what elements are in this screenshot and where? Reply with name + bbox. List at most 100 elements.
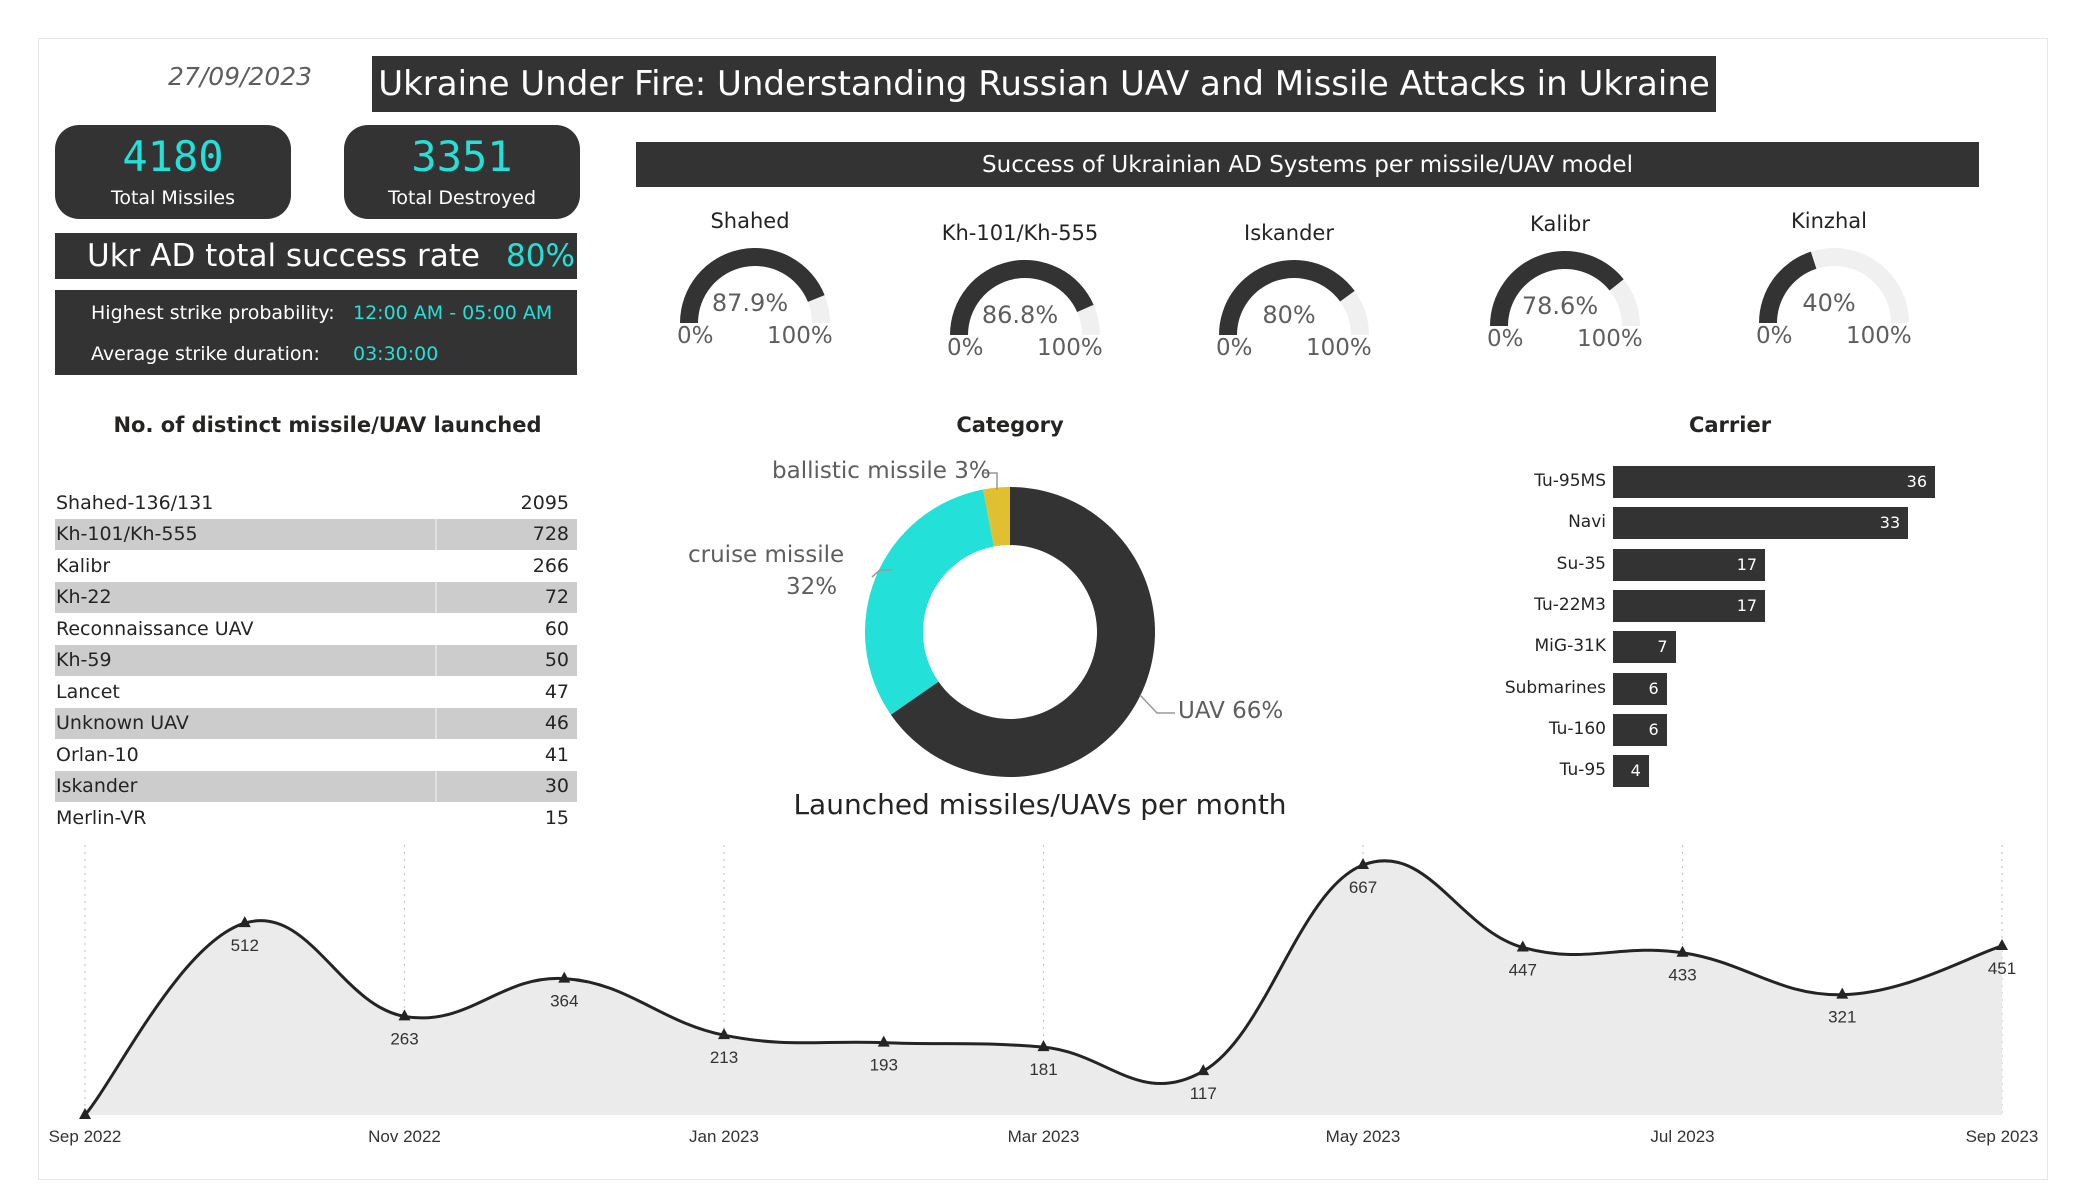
row-count: 2095 bbox=[520, 491, 569, 514]
row-count: 47 bbox=[544, 680, 569, 703]
gauge-min-label: 0% bbox=[947, 335, 984, 361]
carrier-row[interactable]: MiG-31K 7 bbox=[1480, 631, 2000, 664]
gauge-shahed[interactable]: Shahed 87.9% 0% 100% bbox=[655, 209, 845, 369]
table-row[interactable]: Merlin-VR 15 bbox=[55, 802, 577, 834]
carrier-row[interactable]: Tu-95 4 bbox=[1480, 755, 2000, 788]
carrier-name: Navi bbox=[1568, 512, 1606, 533]
gauge-min-label: 0% bbox=[1487, 326, 1524, 352]
row-name: Reconnaissance UAV bbox=[56, 617, 254, 640]
carrier-value: 6 bbox=[1648, 719, 1659, 739]
donut-label-ballistic: ballistic missile 3% bbox=[772, 458, 991, 484]
data-label: 433 bbox=[1668, 966, 1696, 985]
strike-duration-value: 03:30:00 bbox=[353, 343, 439, 365]
gauge-min-label: 0% bbox=[677, 323, 714, 349]
table-row[interactable]: Reconnaissance UAV 60 bbox=[55, 613, 577, 645]
carrier-row[interactable]: Tu-22M3 17 bbox=[1480, 589, 2000, 622]
gauge-arc bbox=[1490, 250, 1640, 326]
table-row[interactable]: Unknown UAV 46 bbox=[55, 707, 577, 739]
kpi-value: 4180 bbox=[122, 132, 224, 181]
gauge-max-label: 100% bbox=[1846, 323, 1912, 349]
gauge-title: Kinzhal bbox=[1791, 209, 1867, 233]
row-name: Kh-22 bbox=[56, 586, 112, 609]
carrier-value: 36 bbox=[1906, 472, 1927, 491]
carrier-value: 7 bbox=[1657, 637, 1668, 657]
carrier-row[interactable]: Navi 33 bbox=[1480, 507, 2000, 540]
gauge-min-label: 0% bbox=[1756, 323, 1793, 349]
gauge-value: 40% bbox=[1802, 289, 1856, 317]
table-row[interactable]: Kh-22 72 bbox=[55, 581, 577, 613]
row-name: Kalibr bbox=[56, 554, 111, 577]
carrier-value: 17 bbox=[1736, 554, 1758, 574]
row-name: Unknown UAV bbox=[56, 712, 189, 735]
carrier-name: Tu-95MS bbox=[1534, 471, 1606, 491]
gauge-value: 86.8% bbox=[981, 301, 1059, 329]
table-row[interactable]: Lancet 47 bbox=[55, 676, 577, 708]
donut-label-uav: UAV 66% bbox=[1178, 698, 1284, 724]
table-row[interactable]: Kalibr 266 bbox=[55, 550, 577, 582]
carrier-row[interactable]: Su-35 17 bbox=[1480, 548, 2000, 581]
table-row[interactable]: Shahed-136/131 2095 bbox=[55, 487, 577, 519]
row-name: Shahed-136/131 bbox=[56, 491, 214, 514]
gauge-max-label: 100% bbox=[1577, 326, 1643, 352]
gauge-value: 78.6% bbox=[1521, 292, 1599, 320]
gauge-title: Iskander bbox=[1244, 221, 1334, 245]
gauge-iskander[interactable]: Iskander 80% 0% 100% bbox=[1194, 221, 1384, 381]
data-label: 321 bbox=[1828, 1008, 1856, 1027]
gauge-value: 87.9% bbox=[711, 289, 789, 317]
category-donut-chart[interactable]: ballistic missile 3% cruise missile 32% … bbox=[660, 440, 1320, 800]
monthly-launch-chart[interactable]: 512 263 364 213 193 181 117 667 447 433 321 451 Sep … bbox=[40, 830, 2040, 1160]
table-row[interactable]: Iskander 30 bbox=[55, 770, 577, 802]
data-label: 512 bbox=[231, 936, 259, 955]
data-label: 667 bbox=[1349, 878, 1377, 897]
data-label: 213 bbox=[710, 1048, 738, 1067]
leader-line-uav bbox=[1139, 694, 1175, 714]
carrier-bar: 36 bbox=[1613, 466, 1935, 498]
strike-duration-label: Average strike duration: bbox=[91, 343, 320, 365]
carrier-row[interactable]: Tu-95MS 36 bbox=[1480, 466, 2000, 498]
gauge-kalibr[interactable]: Kalibr 78.6% 0% 100% bbox=[1465, 212, 1655, 372]
carrier-bar: 4 bbox=[1613, 755, 1649, 788]
success-rate-banner: Ukr AD total success rate 80% bbox=[55, 233, 577, 279]
carrier-value: 33 bbox=[1879, 513, 1901, 533]
carrier-name: MiG-31K bbox=[1534, 636, 1606, 657]
row-name: Merlin-VR bbox=[56, 806, 147, 829]
strike-probability-label: Highest strike probability: bbox=[91, 302, 335, 324]
row-count: 60 bbox=[544, 617, 569, 640]
x-tick-label: Sep 2022 bbox=[49, 1127, 122, 1146]
gauge-kinzhal[interactable]: Kinzhal 40% 0% 100% bbox=[1734, 209, 1924, 369]
kpi-label: Total Destroyed bbox=[387, 187, 537, 210]
carrier-bar: 33 bbox=[1613, 507, 1909, 540]
row-name: Kh-101/Kh-555 bbox=[56, 523, 198, 546]
carrier-value: 6 bbox=[1648, 678, 1659, 698]
gauge-title: Kalibr bbox=[1530, 212, 1590, 236]
data-label: 447 bbox=[1509, 960, 1537, 979]
row-name: Orlan-10 bbox=[56, 743, 139, 766]
table-row[interactable]: Kh-59 50 bbox=[55, 644, 577, 676]
carrier-row[interactable]: Submarines 6 bbox=[1480, 672, 2000, 705]
carrier-name: Tu-95 bbox=[1559, 760, 1606, 781]
dashboard: 27/09/2023 Ukraine Under Fire: Understan… bbox=[0, 0, 2075, 1200]
carrier-value: 17 bbox=[1736, 595, 1758, 615]
carrier-bar: 17 bbox=[1613, 589, 1766, 622]
carrier-row[interactable]: Tu-160 6 bbox=[1480, 713, 2000, 746]
success-rate-label: Ukr AD total success rate bbox=[87, 238, 480, 274]
distinct-table-title: No. of distinct missile/UAV launched bbox=[113, 413, 542, 437]
gauge-kh-101-kh-555[interactable]: Kh-101/Kh-555 86.8% 0% 100% bbox=[925, 221, 1115, 381]
donut-label-cruise-pct: 32% bbox=[786, 574, 838, 600]
carrier-name: Tu-22M3 bbox=[1534, 594, 1606, 615]
gauge-max-label: 100% bbox=[767, 323, 833, 349]
data-point-marker bbox=[1996, 938, 2008, 950]
gauge-value: 80% bbox=[1262, 301, 1316, 329]
row-count: 30 bbox=[544, 775, 569, 798]
donut-slice-cruise-missile bbox=[865, 489, 994, 715]
row-count: 50 bbox=[544, 649, 569, 672]
table-row[interactable]: Orlan-10 41 bbox=[55, 739, 577, 771]
x-tick-label: May 2023 bbox=[1326, 1127, 1401, 1146]
line-chart-title: Launched missiles/UAVs per month bbox=[793, 788, 1287, 821]
page-title: Ukraine Under Fire: Understanding Russia… bbox=[372, 56, 1716, 112]
carrier-name: Su-35 bbox=[1556, 553, 1606, 574]
table-row[interactable]: Kh-101/Kh-555 728 bbox=[55, 518, 577, 550]
data-label: 451 bbox=[1988, 959, 2016, 978]
row-count: 728 bbox=[532, 523, 569, 546]
distinct-table[interactable]: Shahed-136/131 2095 Kh-101/Kh-555 728 Kalibr… bbox=[55, 487, 577, 834]
